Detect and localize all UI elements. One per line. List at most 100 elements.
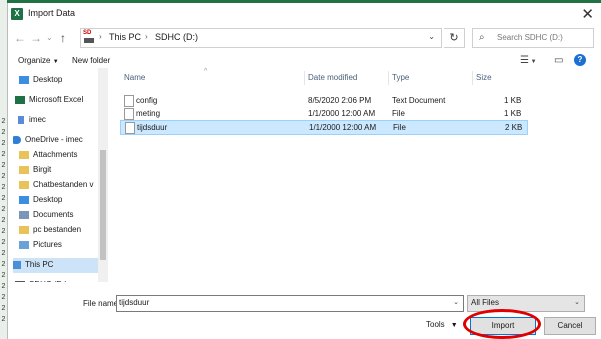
excel-row-number: 2 — [1, 129, 6, 136]
file-type: File — [393, 123, 406, 132]
search-input[interactable]: ⌕ Search SDHC (D:) — [472, 28, 594, 48]
folder-icon — [19, 181, 29, 189]
file-row[interactable]: meting 1/1/2000 12:00 AM File 1 KB — [120, 107, 526, 120]
file-name-input[interactable]: tijdsduur ⌄ — [116, 295, 464, 312]
excel-row-number: 2 — [1, 272, 6, 279]
sidebar-item[interactable]: Documents — [13, 208, 98, 223]
folder-icon — [19, 226, 29, 234]
sidebar-item-label: Pictures — [33, 240, 62, 249]
chevron-down-icon[interactable]: ⌄ — [453, 298, 459, 306]
title-bar: X Import Data ✕ — [8, 3, 601, 25]
file-type-value: All Files — [471, 298, 500, 307]
sidebar-item[interactable]: Attachments — [13, 148, 98, 163]
file-name-value: tijdsduur — [119, 298, 150, 307]
excel-row-headers: 2 2 2 2 2 2 2 2 2 2 2 2 2 2 2 2 2 2 2 — [0, 0, 7, 339]
sidebar-item-label: Microsoft Excel — [29, 95, 84, 104]
excel-icon — [15, 96, 25, 104]
excel-row-number: 2 — [1, 217, 6, 224]
sidebar-item[interactable]: Pictures — [13, 238, 98, 253]
folder-icon — [19, 151, 29, 159]
excel-row-number: 2 — [1, 250, 6, 257]
excel-row-number: 2 — [1, 316, 6, 323]
file-type: Text Document — [392, 96, 446, 105]
excel-row-number: 2 — [1, 206, 6, 213]
excel-row-number: 2 — [1, 140, 6, 147]
documents-icon — [19, 211, 29, 219]
excel-row-number: 2 — [1, 184, 6, 191]
refresh-button[interactable]: ↻ — [444, 28, 465, 48]
sidebar-item[interactable]: pc bestanden — [13, 223, 98, 238]
navigation-pane: Desktop Microsoft Excel imec OneDrive - ime… — [13, 68, 98, 282]
dialog-title: Import Data — [28, 8, 76, 18]
sort-indicator-icon: ^ — [204, 68, 208, 75]
column-header-date[interactable]: Date modified — [308, 73, 357, 82]
sidebar-item[interactable]: imec — [13, 113, 98, 128]
scrollbar-thumb[interactable] — [100, 150, 106, 260]
excel-row-number: 2 — [1, 261, 6, 268]
view-options-icon[interactable]: ☰ ▼ — [520, 55, 537, 66]
sidebar-item-label: imec — [29, 115, 46, 124]
column-header-type[interactable]: Type — [392, 73, 409, 82]
organize-button[interactable]: Organize ▼ — [18, 56, 59, 65]
search-placeholder: Search SDHC (D:) — [497, 33, 563, 42]
navigation-bar: ← → ⌄ ↑ SD › This PC › SDHC (D:) ⌄ ↻ ⌕ S… — [8, 27, 601, 51]
new-folder-button[interactable]: New folder — [72, 56, 110, 65]
sidebar-item-label: This PC — [25, 260, 54, 269]
up-arrow-icon[interactable]: ↑ — [60, 31, 66, 45]
breadcrumb-this-pc[interactable]: This PC — [109, 32, 141, 42]
tools-button[interactable]: Tools ▼ — [426, 320, 458, 329]
column-header-size[interactable]: Size — [476, 73, 492, 82]
excel-row-number: 2 — [1, 173, 6, 180]
file-row[interactable]: config 8/5/2020 2:06 PM Text Document 1 KB — [120, 94, 526, 107]
refresh-icon: ↻ — [449, 32, 459, 44]
column-divider[interactable] — [304, 71, 305, 85]
chevron-down-icon[interactable]: ⌄ — [574, 298, 580, 306]
file-size: 2 KB — [505, 123, 523, 132]
file-list: ^ Name Date modified Type Size config 8/5… — [116, 68, 528, 282]
sidebar-item[interactable]: This PC — [13, 258, 98, 273]
sidebar-item[interactable]: Birgit — [13, 163, 98, 178]
excel-row-number: 2 — [1, 228, 6, 235]
forward-arrow-icon[interactable]: → — [30, 31, 42, 45]
file-size: 1 KB — [504, 96, 522, 105]
sidebar-item-label: Attachments — [33, 150, 78, 159]
sidebar-item[interactable]: Desktop — [13, 73, 98, 88]
folder-icon — [19, 166, 29, 174]
excel-row-number: 2 — [1, 195, 6, 202]
file-name-label: File name: — [83, 299, 121, 308]
excel-row-number: 2 — [1, 151, 6, 158]
file-type: File — [392, 109, 405, 118]
excel-row-number: 2 — [1, 294, 6, 301]
help-icon[interactable]: ? — [574, 54, 586, 66]
recent-chevron-icon[interactable]: ⌄ — [46, 33, 53, 42]
excel-row-number: 2 — [1, 305, 6, 312]
sidebar-item[interactable]: Chatbestanden v — [13, 178, 98, 193]
chevron-down-icon: ▼ — [450, 322, 458, 329]
file-date: 1/1/2000 12:00 AM — [309, 123, 377, 132]
sidebar-item[interactable]: SDHC (D:) — [13, 278, 98, 282]
column-divider[interactable] — [472, 71, 473, 85]
address-bar[interactable]: SD › This PC › SDHC (D:) ⌄ — [80, 28, 442, 48]
sidebar-item[interactable]: OneDrive - imec — [13, 133, 98, 148]
file-name: meting — [136, 109, 161, 118]
close-button[interactable]: ✕ — [581, 5, 594, 23]
back-arrow-icon[interactable]: ← — [14, 31, 26, 45]
cancel-button[interactable]: Cancel — [544, 317, 596, 335]
highlight-circle — [463, 309, 541, 339]
file-row[interactable]: tijdsduur 1/1/2000 12:00 AM File 2 KB — [120, 120, 528, 135]
chevron-down-icon: ▼ — [52, 59, 59, 65]
sidebar-item[interactable]: Microsoft Excel — [13, 93, 98, 108]
address-dropdown-icon[interactable]: ⌄ — [428, 32, 435, 41]
excel-row-number: 2 — [1, 239, 6, 246]
cloud-icon — [13, 136, 21, 144]
file-date: 8/5/2020 2:06 PM — [308, 96, 372, 105]
sidebar-item[interactable]: Desktop — [13, 193, 98, 208]
column-divider[interactable] — [388, 71, 389, 85]
file-date: 1/1/2000 12:00 AM — [308, 109, 376, 118]
file-icon — [124, 108, 134, 120]
sidebar-item-label: Documents — [33, 210, 74, 219]
column-header-name[interactable]: Name — [124, 73, 145, 82]
breadcrumb-sdhc[interactable]: SDHC (D:) — [155, 32, 198, 42]
navigation-scrollbar[interactable] — [98, 68, 108, 282]
preview-pane-icon[interactable]: ▭ — [554, 55, 563, 66]
